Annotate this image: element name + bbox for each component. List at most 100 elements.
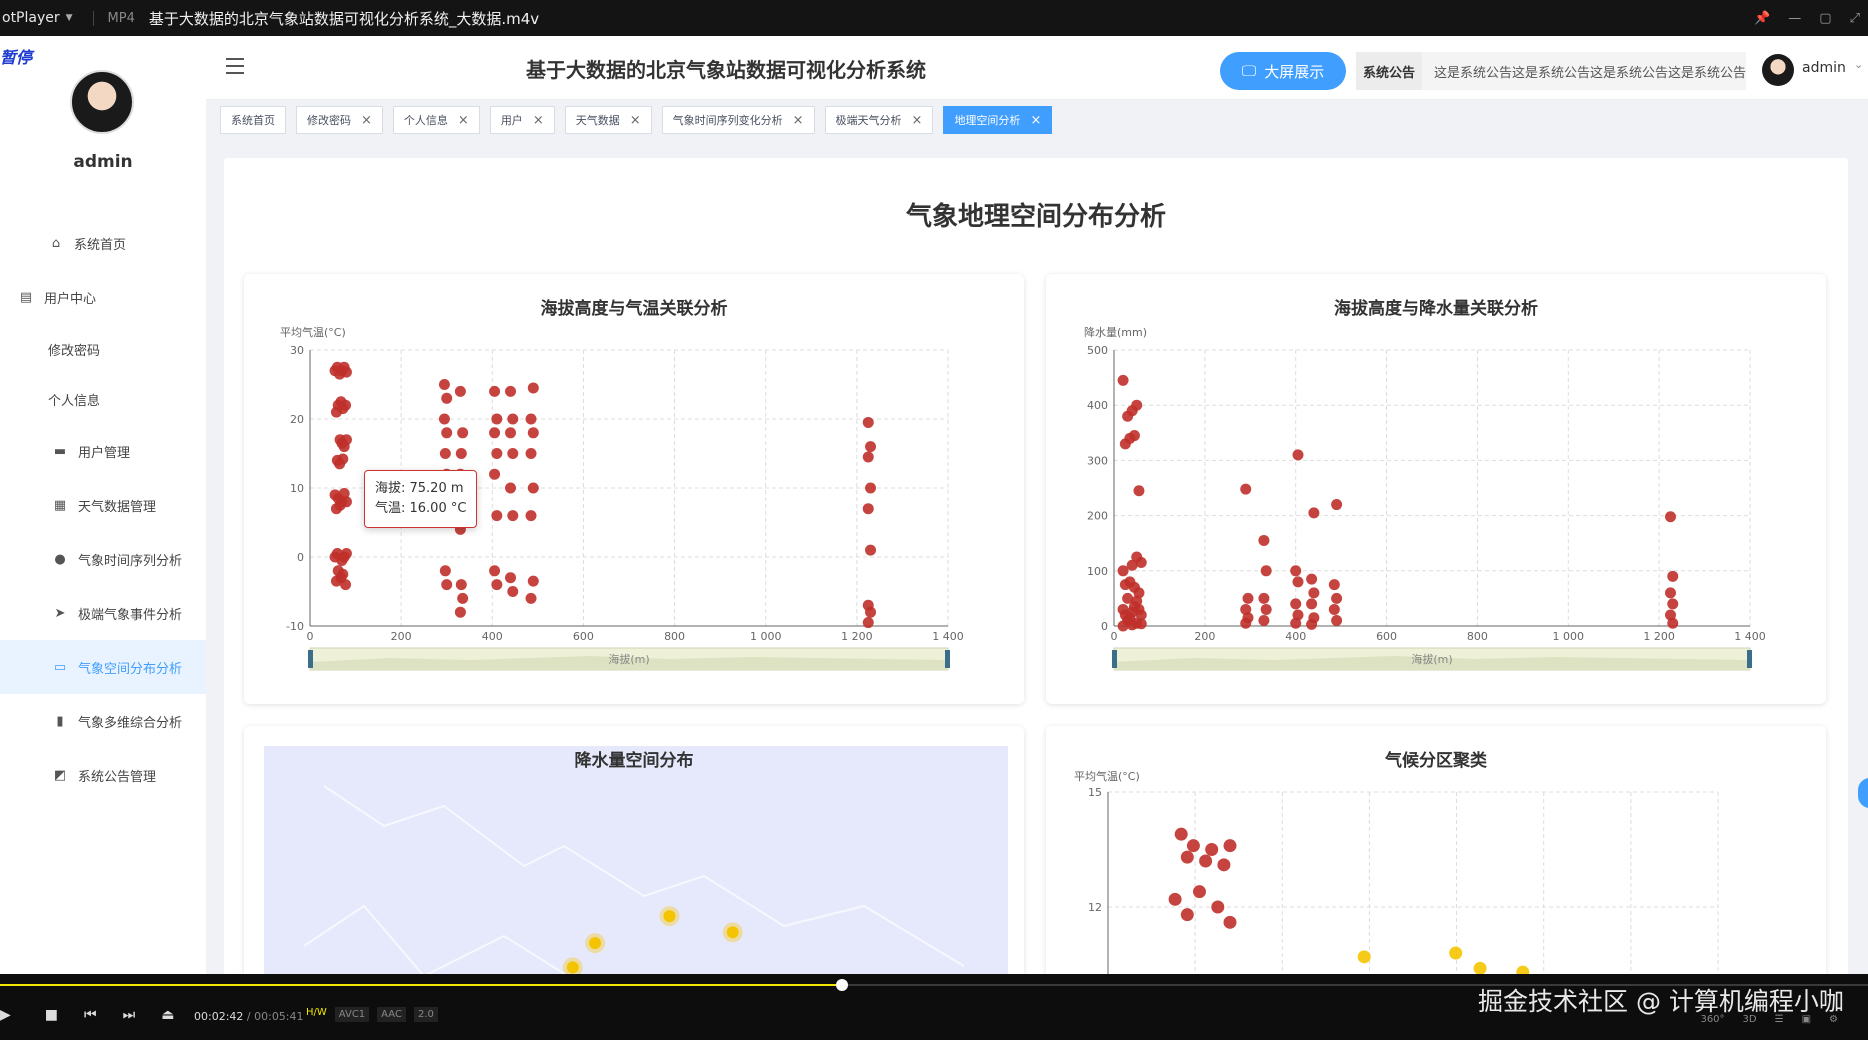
player-menu[interactable]: otPlayer ▼: [0, 10, 73, 26]
map-point[interactable]: [663, 910, 676, 923]
data-point[interactable]: [1242, 592, 1254, 604]
badge-hw[interactable]: H/W: [306, 1007, 327, 1022]
chart-altitude-precipitation[interactable]: 降水量(mm) 0 100 200 300 400 500 0 200 400 600 800 1 00…: [1046, 274, 1826, 704]
tab-tag[interactable]: 天气数据 ×: [564, 106, 652, 134]
data-point[interactable]: [1331, 614, 1343, 626]
sidebar-item[interactable]: ➤ 极端气象事件分析: [0, 586, 206, 640]
settings-icon[interactable]: ⚙: [1829, 1014, 1838, 1025]
data-point[interactable]: [862, 617, 874, 629]
data-point[interactable]: [1260, 565, 1272, 577]
data-point[interactable]: [507, 510, 519, 522]
data-point[interactable]: [1306, 618, 1318, 630]
data-point[interactable]: [505, 572, 517, 584]
chevron-down-icon[interactable]: ⌄: [1854, 58, 1863, 71]
data-point[interactable]: [489, 565, 501, 577]
play-icon[interactable]: ▶: [0, 1007, 11, 1023]
data-point[interactable]: [1117, 374, 1129, 386]
data-point[interactable]: [525, 592, 537, 604]
tab-tag[interactable]: 系统首页: [220, 106, 286, 134]
data-point[interactable]: [1328, 603, 1340, 615]
pin-icon[interactable]: 📌: [1754, 11, 1770, 26]
data-point[interactable]: [439, 565, 451, 577]
data-zoom-handle-left[interactable]: [308, 650, 313, 668]
stop-icon[interactable]: ■: [45, 1007, 58, 1023]
cluster-point[interactable]: [1174, 827, 1188, 841]
cluster-point[interactable]: [1180, 850, 1194, 864]
data-point[interactable]: [1667, 570, 1679, 582]
cluster-point[interactable]: [1199, 854, 1213, 868]
data-point[interactable]: [865, 482, 877, 494]
data-point[interactable]: [489, 385, 501, 397]
data-point[interactable]: [1308, 507, 1320, 519]
sidebar-item[interactable]: ▮ 气象多维综合分析: [0, 694, 206, 748]
close-icon[interactable]: ×: [533, 113, 544, 128]
data-point[interactable]: [1665, 587, 1676, 599]
chart-altitude-temperature[interactable]: 平均气温(°C)-1001020300 200 400 600 800 1 000 1 20…: [244, 274, 1024, 704]
data-point[interactable]: [525, 448, 537, 459]
cluster-point[interactable]: [1205, 843, 1219, 856]
data-point[interactable]: [862, 451, 874, 463]
cluster-point[interactable]: [1357, 950, 1371, 964]
data-point[interactable]: [1260, 603, 1272, 615]
data-point[interactable]: [1290, 565, 1302, 577]
data-point[interactable]: [455, 448, 467, 459]
data-point[interactable]: [507, 586, 519, 597]
data-point[interactable]: [862, 416, 874, 428]
data-point[interactable]: [1131, 399, 1143, 411]
data-point[interactable]: [1667, 617, 1679, 629]
data-point[interactable]: [1240, 617, 1252, 629]
sidebar-item[interactable]: ● 气象时间序列分析: [0, 532, 206, 586]
seek-bar-handle[interactable]: [836, 979, 849, 991]
data-point[interactable]: [489, 468, 501, 480]
data-point[interactable]: [1328, 579, 1340, 591]
data-point[interactable]: [1665, 511, 1676, 523]
data-point[interactable]: [1331, 499, 1343, 511]
data-point[interactable]: [491, 510, 503, 522]
fullscreen-icon[interactable]: ⤢: [1850, 11, 1860, 26]
cluster-point[interactable]: [1211, 900, 1225, 914]
tab-tag[interactable]: 个人信息 ×: [392, 106, 480, 134]
data-point[interactable]: [1290, 598, 1302, 610]
capture-icon[interactable]: ▣: [1802, 1014, 1811, 1025]
data-point[interactable]: [1292, 576, 1304, 588]
cluster-point[interactable]: [1217, 858, 1231, 872]
3d-icon[interactable]: 3D: [1743, 1014, 1757, 1025]
data-point[interactable]: [1240, 483, 1252, 495]
sidebar-item[interactable]: ⌂ 系统首页: [0, 216, 206, 270]
close-icon[interactable]: ×: [1030, 113, 1041, 128]
data-point[interactable]: [491, 579, 503, 591]
data-point[interactable]: [441, 579, 453, 591]
hamburger-icon[interactable]: [226, 58, 244, 74]
data-point[interactable]: [1135, 618, 1147, 630]
data-point[interactable]: [1292, 449, 1304, 461]
data-point[interactable]: [441, 392, 453, 404]
data-point[interactable]: [525, 510, 537, 522]
data-point[interactable]: [1135, 557, 1147, 569]
data-point[interactable]: [455, 579, 467, 591]
data-point[interactable]: [865, 606, 877, 618]
data-point[interactable]: [340, 434, 352, 446]
data-point[interactable]: [505, 482, 517, 494]
sidebar-item[interactable]: 修改密码: [0, 324, 206, 374]
cluster-point[interactable]: [1193, 885, 1206, 899]
sidebar-item[interactable]: ▬ 用户管理: [0, 424, 206, 478]
data-zoom-handle-right[interactable]: [945, 650, 950, 668]
data-point[interactable]: [507, 413, 519, 425]
header-avatar[interactable]: [1762, 54, 1794, 86]
data-point[interactable]: [340, 548, 352, 560]
cluster-point[interactable]: [1223, 839, 1237, 853]
data-point[interactable]: [491, 413, 503, 425]
data-point[interactable]: [457, 427, 469, 439]
data-point[interactable]: [505, 427, 517, 439]
data-point[interactable]: [1128, 430, 1140, 442]
close-icon[interactable]: ×: [793, 113, 804, 128]
data-point[interactable]: [505, 385, 517, 397]
sidebar-item[interactable]: 个人信息: [0, 374, 206, 424]
data-point[interactable]: [330, 406, 342, 418]
tab-tag[interactable]: 用户 ×: [489, 106, 555, 134]
data-point[interactable]: [441, 427, 453, 439]
close-icon[interactable]: ×: [630, 113, 641, 128]
data-point[interactable]: [438, 413, 450, 425]
data-point[interactable]: [1331, 592, 1343, 604]
data-point[interactable]: [454, 385, 466, 397]
